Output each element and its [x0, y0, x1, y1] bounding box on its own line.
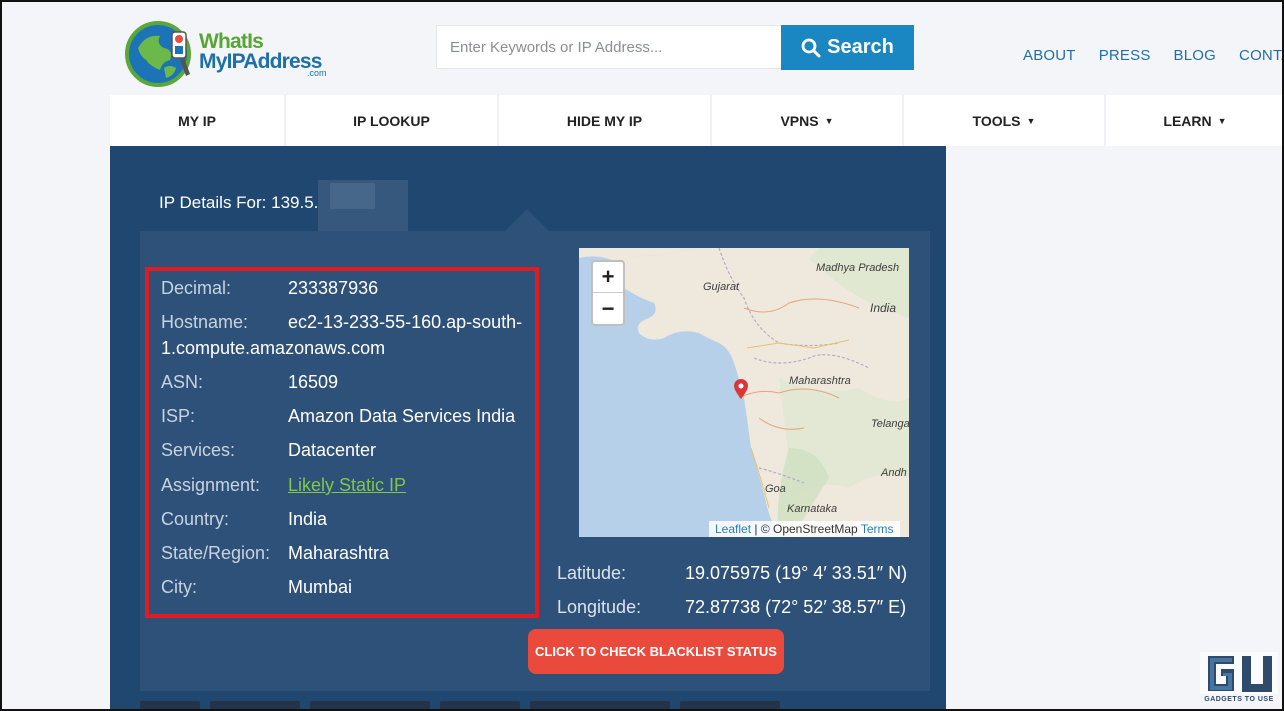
detail-value: 233387936: [288, 278, 379, 298]
nav-label: IP LOOKUP: [353, 112, 430, 129]
site-logo[interactable]: WhatIs MyIPAddress .com: [124, 18, 344, 90]
search-button[interactable]: Search: [781, 25, 914, 70]
map-attribution: Leaflet | © OpenStreetMap Terms: [709, 521, 900, 537]
nav-tools[interactable]: TOOLS ▼: [904, 95, 1106, 146]
detail-value: ec2-13-233-55-160.ap-south-: [288, 312, 523, 332]
map-label: Goa: [765, 483, 786, 495]
nav-ip-lookup[interactable]: IP LOOKUP: [286, 95, 499, 146]
assignment-link[interactable]: Likely Static IP: [288, 472, 538, 498]
globe-logo-icon: [125, 21, 191, 87]
location-map[interactable]: [579, 248, 909, 537]
link-about[interactable]: ABOUT: [1023, 47, 1076, 64]
map-zoom-control: + −: [591, 260, 625, 326]
link-contact[interactable]: CONTACT: [1239, 47, 1284, 64]
logo-suffix: .com: [307, 68, 327, 78]
map-label: Maharashtra: [789, 375, 851, 387]
check-blacklist-button[interactable]: CLICK TO CHECK BLACKLIST STATUS: [528, 629, 784, 674]
leaflet-link[interactable]: Leaflet: [715, 522, 751, 536]
text-fragment: [680, 701, 780, 711]
map-label: Madhya Pradesh: [816, 262, 900, 274]
text-fragment: [440, 701, 520, 711]
link-press[interactable]: PRESS: [1099, 47, 1151, 64]
terms-link[interactable]: Terms: [861, 522, 894, 536]
main-nav: MY IP IP LOOKUP HIDE MY IP VPNS ▼ TOOLS ▼ …: [110, 95, 1284, 146]
zoom-in-button[interactable]: +: [593, 262, 623, 293]
detail-key: Decimal:: [161, 278, 232, 298]
zoom-out-button[interactable]: −: [593, 293, 623, 324]
nav-label: MY IP: [178, 112, 216, 129]
nav-learn[interactable]: LEARN ▼: [1106, 95, 1284, 146]
detail-value: 16509: [288, 372, 339, 392]
latitude-row: Latitude: 19.075975 (19° 4′ 33.51″ N): [557, 563, 907, 584]
map-label: Andh: [881, 467, 907, 479]
logo-text-myipaddress: MyIPAddress: [199, 50, 322, 73]
detail-key: Assignment:: [161, 475, 261, 495]
text-fragment: [140, 701, 200, 711]
longitude-row: Longitude: 72.87738 (72° 52′ 38.57″ E): [557, 597, 906, 618]
detail-value: Mumbai: [288, 577, 353, 597]
nav-label: HIDE MY IP: [566, 112, 643, 129]
detail-key: Country:: [161, 509, 230, 529]
search-input[interactable]: [436, 25, 782, 69]
gadgets-to-use-watermark: GADGETS TO USE: [1198, 650, 1280, 708]
detail-key: ASN:: [161, 372, 204, 392]
nav-my-ip[interactable]: MY IP: [110, 95, 286, 146]
ip-redaction: [330, 183, 375, 209]
caret-down-icon: ▼: [824, 115, 834, 126]
detail-key: ISP:: [161, 406, 196, 426]
detail-key: City:: [161, 577, 197, 597]
text-fragment: [310, 701, 430, 711]
ip-details-heading: IP Details For: 139.5.: [159, 193, 319, 212]
detail-value: Maharashtra: [288, 543, 390, 563]
map-label: Karnataka: [787, 503, 838, 515]
caret-down-icon: ▼: [1026, 115, 1036, 126]
nav-hide-my-ip[interactable]: HIDE MY IP: [499, 95, 712, 146]
caret-down-icon: ▼: [1217, 115, 1227, 126]
nav-label: TOOLS: [972, 112, 1021, 129]
text-fragment: [530, 701, 670, 711]
detail-key: State/Region:: [161, 543, 271, 563]
detail-value: Amazon Data Services India: [288, 406, 516, 426]
logo-text-whatis: WhatIs: [199, 30, 264, 53]
description-text-cutoff: [140, 700, 900, 711]
longitude-label: Longitude:: [557, 597, 642, 617]
search-button-label: Search: [827, 36, 894, 58]
detail-value: Datacenter: [288, 440, 377, 460]
tab-notch: [505, 209, 549, 231]
nav-label: VPNS: [780, 112, 819, 129]
latitude-value: 19.075975 (19° 4′ 33.51″ N): [685, 563, 908, 583]
map-label: Telanga: [871, 418, 910, 430]
text-fragment: [210, 701, 300, 711]
nav-vpns[interactable]: VPNS ▼: [712, 95, 904, 146]
latitude-label: Latitude:: [557, 563, 627, 583]
watermark-text: GADGETS TO USE: [1204, 696, 1274, 703]
detail-value: India: [288, 509, 328, 529]
osm-credit: | © OpenStreetMap: [751, 522, 861, 536]
search-icon: [801, 38, 821, 57]
detail-value-cont: 1.compute.amazonaws.com: [161, 338, 386, 358]
gtu-logo-icon: [1200, 652, 1278, 694]
detail-key: Hostname:: [161, 312, 249, 332]
map-label: India: [870, 301, 897, 315]
top-links: ABOUT PRESS BLOG CONTACT: [1023, 47, 1284, 64]
map-label: Gujarat: [703, 281, 740, 293]
nav-label: LEARN: [1163, 112, 1212, 129]
link-blog[interactable]: BLOG: [1174, 47, 1216, 64]
longitude-value: 72.87738 (72° 52′ 38.57″ E): [685, 597, 907, 617]
detail-key: Services:: [161, 440, 236, 460]
location-marker-icon: [734, 379, 748, 399]
